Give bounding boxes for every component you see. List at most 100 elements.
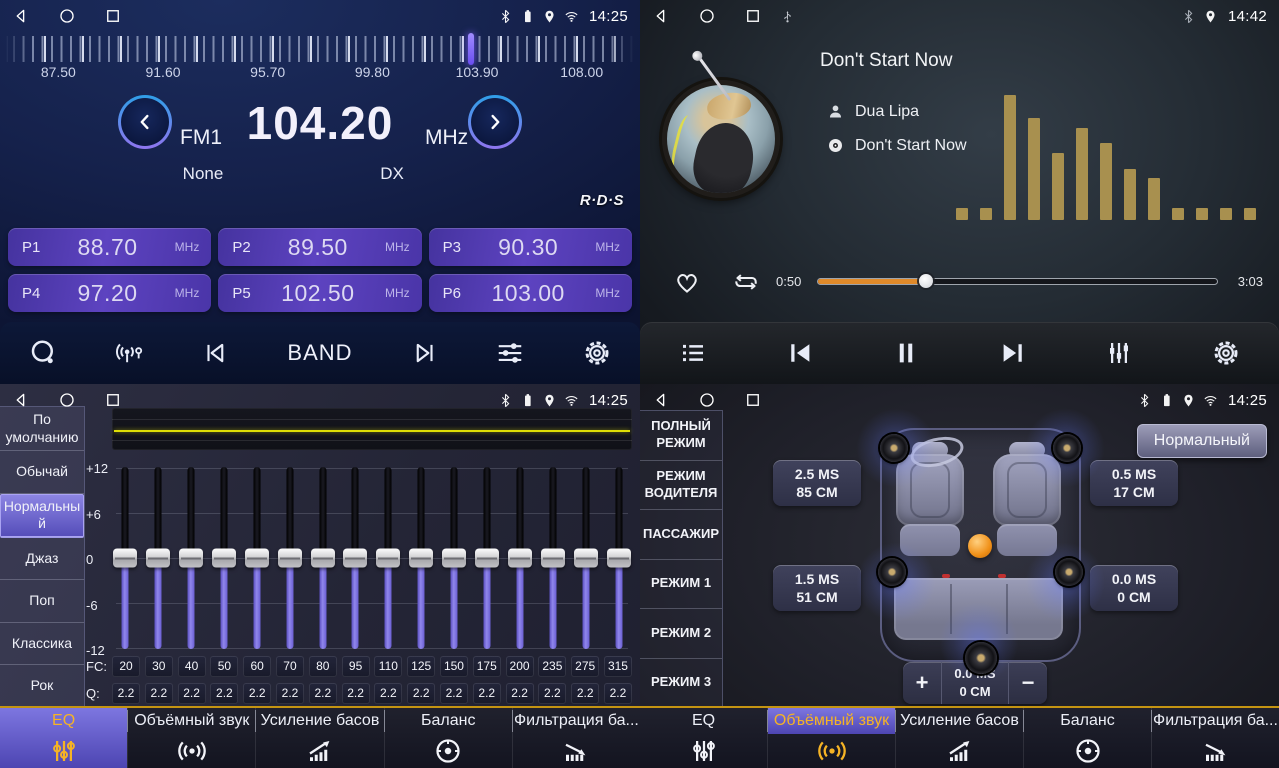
rear-left-speaker[interactable] — [878, 558, 906, 586]
tab-surround[interactable]: Объёмный звук — [127, 708, 255, 768]
q-value[interactable]: 2.2 — [178, 683, 206, 704]
q-value[interactable]: 2.2 — [342, 683, 370, 704]
fc-value[interactable]: 80 — [309, 656, 337, 677]
eq-band-slider[interactable] — [540, 464, 566, 652]
slider-handle[interactable] — [311, 549, 335, 568]
fc-value[interactable]: 315 — [604, 656, 632, 677]
q-value[interactable]: 2.2 — [407, 683, 435, 704]
next-track-button[interactable] — [994, 334, 1032, 372]
slider-handle[interactable] — [343, 549, 367, 568]
eq-band-slider[interactable] — [145, 464, 171, 652]
eq-preset-item[interactable]: Джаз — [0, 538, 84, 581]
front-right-delay[interactable]: 0.5 MS 17 CM — [1090, 460, 1178, 506]
home-button[interactable] — [698, 391, 716, 409]
q-value[interactable]: 2.2 — [473, 683, 501, 704]
fc-value[interactable]: 175 — [473, 656, 501, 677]
slider-handle[interactable] — [245, 549, 269, 568]
eq-band-slider[interactable] — [244, 464, 270, 652]
radio-preset-button[interactable]: P497.20MHz — [8, 274, 211, 312]
sound-mode-item[interactable]: РЕЖИМ 1 — [640, 560, 722, 610]
eq-band-slider[interactable] — [507, 464, 533, 652]
eq-band-slider[interactable] — [112, 464, 138, 652]
sound-profile-button[interactable]: Нормальный — [1137, 424, 1267, 458]
fc-value[interactable]: 95 — [342, 656, 370, 677]
eq-band-slider[interactable] — [342, 464, 368, 652]
fc-value[interactable]: 275 — [571, 656, 599, 677]
seek-down-button[interactable] — [118, 95, 172, 149]
radio-preset-button[interactable]: P5102.50MHz — [218, 274, 421, 312]
slider-handle[interactable] — [607, 549, 631, 568]
recents-button[interactable] — [744, 7, 762, 25]
rear-left-delay[interactable]: 1.5 MS 51 CM — [773, 565, 861, 611]
back-button[interactable] — [652, 7, 670, 25]
next-station-button[interactable] — [405, 334, 443, 372]
eq-preset-item[interactable]: Рок — [0, 665, 84, 708]
eq-preset-item[interactable]: Поп — [0, 580, 84, 623]
favorite-button[interactable] — [673, 268, 701, 296]
sound-mode-item[interactable]: РЕЖИМ 2 — [640, 609, 722, 659]
tab-eq[interactable]: EQ — [640, 708, 767, 768]
tab-balance[interactable]: Баланс — [384, 708, 512, 768]
sound-mode-item[interactable]: РЕЖИМ ВОДИТЕЛЯ — [640, 461, 722, 511]
front-right-speaker[interactable] — [1053, 434, 1081, 462]
equalizer-button[interactable] — [491, 334, 529, 372]
q-value[interactable]: 2.2 — [145, 683, 173, 704]
front-left-delay[interactable]: 2.5 MS 85 CM — [773, 460, 861, 506]
tab-bass-boost[interactable]: Усиление басов — [255, 708, 383, 768]
eq-preset-item[interactable]: Обычай — [0, 451, 84, 494]
tuner-scale[interactable] — [6, 36, 634, 62]
q-value[interactable]: 2.2 — [210, 683, 238, 704]
slider-handle[interactable] — [146, 549, 170, 568]
band-button[interactable]: BAND — [283, 336, 356, 370]
recents-button[interactable] — [744, 391, 762, 409]
radio-preset-button[interactable]: P390.30MHz — [429, 228, 632, 266]
seek-up-button[interactable] — [468, 95, 522, 149]
previous-track-button[interactable] — [781, 334, 819, 372]
eq-band-slider[interactable] — [606, 464, 632, 652]
recents-button[interactable] — [104, 7, 122, 25]
fc-value[interactable]: 50 — [210, 656, 238, 677]
q-value[interactable]: 2.2 — [112, 683, 140, 704]
eq-band-slider[interactable] — [375, 464, 401, 652]
slider-handle[interactable] — [541, 549, 565, 568]
eq-band-slider[interactable] — [474, 464, 500, 652]
playlist-button[interactable] — [674, 334, 712, 372]
tab-filter[interactable]: Фильтрация ба... — [1151, 708, 1279, 768]
q-value[interactable]: 2.2 — [440, 683, 468, 704]
broadcast-button[interactable] — [111, 334, 149, 372]
slider-handle[interactable] — [179, 549, 203, 568]
fc-value[interactable]: 200 — [506, 656, 534, 677]
slider-handle[interactable] — [475, 549, 499, 568]
slider-handle[interactable] — [442, 549, 466, 568]
home-button[interactable] — [58, 7, 76, 25]
slider-handle[interactable] — [574, 549, 598, 568]
slider-handle[interactable] — [376, 549, 400, 568]
back-button[interactable] — [12, 7, 30, 25]
q-value[interactable]: 2.2 — [538, 683, 566, 704]
slider-handle[interactable] — [409, 549, 433, 568]
front-left-speaker[interactable] — [880, 434, 908, 462]
eq-band-slider[interactable] — [310, 464, 336, 652]
slider-handle[interactable] — [113, 549, 137, 568]
eq-band-slider[interactable] — [211, 464, 237, 652]
scan-button[interactable] — [24, 334, 62, 372]
eq-band-slider[interactable] — [441, 464, 467, 652]
recents-button[interactable] — [104, 391, 122, 409]
pause-button[interactable] — [887, 334, 925, 372]
q-value[interactable]: 2.2 — [374, 683, 402, 704]
back-button[interactable] — [12, 391, 30, 409]
radio-preset-button[interactable]: P289.50MHz — [218, 228, 421, 266]
q-value[interactable]: 2.2 — [309, 683, 337, 704]
tab-surround[interactable]: Объёмный звук — [767, 708, 895, 768]
tab-filter[interactable]: Фильтрация ба... — [512, 708, 640, 768]
slider-handle[interactable] — [278, 549, 302, 568]
slider-handle[interactable] — [212, 549, 236, 568]
fc-value[interactable]: 20 — [112, 656, 140, 677]
settings-button[interactable] — [1207, 334, 1245, 372]
eq-preset-item[interactable]: Нормальный — [0, 494, 84, 538]
equalizer-button[interactable] — [1100, 334, 1138, 372]
eq-band-slider[interactable] — [408, 464, 434, 652]
fc-value[interactable]: 235 — [538, 656, 566, 677]
listening-position-marker[interactable] — [968, 534, 992, 558]
q-value[interactable]: 2.2 — [276, 683, 304, 704]
